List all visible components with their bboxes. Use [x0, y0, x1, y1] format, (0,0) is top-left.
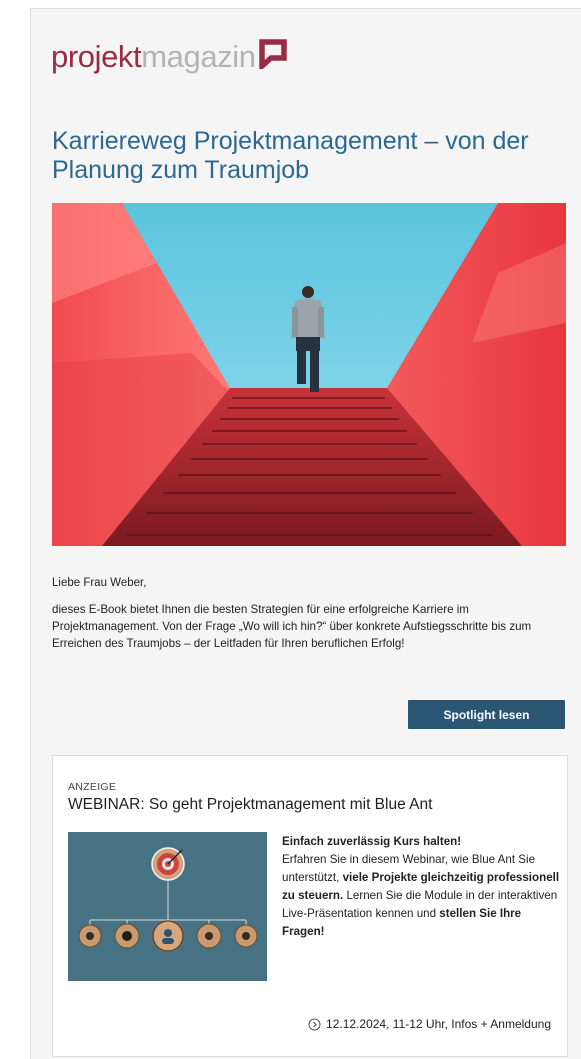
speech-bubble-logo-icon — [258, 39, 287, 69]
intro-paragraph: dieses E-Book bietet Ihnen die besten St… — [52, 603, 532, 650]
chevron-circle-icon — [308, 1018, 321, 1030]
article-headline[interactable]: Karriereweg Projektmanagement – von der … — [52, 127, 572, 185]
webinar-info-link[interactable]: 12.12.2024, 11-12 Uhr, Infos + Anmeldung — [308, 1017, 551, 1031]
newsletter-card: projektmagazin Karriereweg Projektmanage… — [30, 8, 581, 1059]
webinar-info-text[interactable]: 12.12.2024, 11-12 Uhr, Infos + Anmeldung — [326, 1017, 551, 1031]
ad-title[interactable]: WEBINAR: So geht Projektmanagement mit B… — [68, 796, 432, 814]
hero-image-staircase[interactable] — [52, 203, 566, 546]
webinar-image[interactable] — [68, 832, 267, 981]
spotlight-read-button[interactable]: Spotlight lesen — [408, 700, 565, 729]
ad-description: Einfach zuverlässig Kurs halten! Erfahren… — [282, 835, 560, 938]
ad-label: ANZEIGE — [68, 781, 117, 793]
projektmagazin-logo[interactable]: projektmagazin — [51, 37, 287, 77]
logo-wordmark: projektmagazin — [51, 39, 256, 74]
ad-block[interactable]: ANZEIGE WEBINAR: So geht Projektmanageme… — [52, 755, 568, 1057]
greeting-text: Liebe Frau Weber, — [52, 577, 147, 589]
